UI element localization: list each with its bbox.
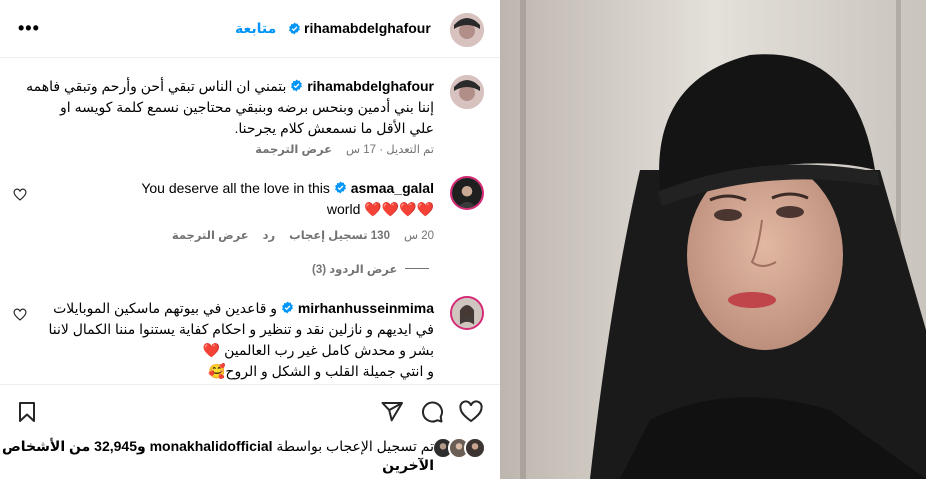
- view-replies-button[interactable]: عرض الردود (3): [312, 262, 397, 276]
- comments-list: rihamabdelghafour بتمني ان الناس تبقي أح…: [0, 58, 500, 384]
- caption-line: بتمني ان الناس تبقي أحن وأرحم وتبقي فاهم…: [26, 78, 287, 94]
- comment-username[interactable]: asmaa_galal: [351, 180, 434, 196]
- comment-text: mirhanhusseinmima و قاعدين في بيوتهم ماس…: [14, 298, 434, 382]
- edited-time: تم التعديل · 17 س: [346, 144, 434, 156]
- reply-button[interactable]: رد: [263, 228, 276, 242]
- caption-line: علي الأقل ما نسمعش كلام يجرحنا.: [234, 120, 435, 136]
- send-icon[interactable]: [380, 400, 404, 424]
- caption-text: rihamabdelghafour بتمني ان الناس تبقي أح…: [14, 76, 434, 139]
- comment-body: و قاعدين في بيوتهم ماسكين الموبايلات: [53, 300, 278, 316]
- comment-body: You deserve all the love in this: [141, 180, 330, 196]
- comment-body: و انتي جميلة القلب و الشكل و الروح🥰: [207, 363, 434, 379]
- heart-emojis: ❤️❤️❤️❤️: [364, 201, 434, 217]
- verified-icon: [290, 77, 303, 92]
- liked-by-prefix: تم تسجيل الإعجاب بواسطة: [276, 438, 434, 454]
- heart-icon[interactable]: [13, 308, 27, 322]
- comment-body: بشر و محدش كامل غير رب العالمين ❤️: [202, 342, 434, 358]
- translate-link[interactable]: عرض الترجمة: [255, 142, 332, 156]
- comment-meta: 20 س 130 تسجيل إعجاب رد عرض الترجمة: [172, 228, 434, 242]
- comment-text: You deserve all the love in this asmaa_g…: [74, 178, 434, 220]
- liker-avatar: [464, 437, 486, 459]
- comment-body: world: [326, 201, 361, 217]
- comment-time: 20 س: [403, 230, 434, 242]
- comment-username[interactable]: mirhanhusseinmima: [298, 300, 434, 316]
- follow-button[interactable]: متابعة: [235, 20, 276, 37]
- post-panel: ••• متابعة rihamabdelghafour rihamabdelg…: [0, 0, 500, 479]
- heart-icon[interactable]: [459, 400, 483, 424]
- heart-icon[interactable]: [13, 188, 27, 202]
- liked-by-user[interactable]: monakhalidofficial: [150, 438, 273, 454]
- caption-meta: تم التعديل · 17 س عرض الترجمة: [255, 142, 434, 156]
- bookmark-icon[interactable]: [15, 400, 39, 424]
- comment-icon[interactable]: [420, 400, 444, 424]
- caption-avatar[interactable]: [450, 75, 484, 109]
- more-options-icon[interactable]: •••: [18, 18, 40, 39]
- action-bar: تم تسجيل الإعجاب بواسطة monakhalidoffici…: [0, 384, 500, 479]
- comment-likes[interactable]: 130 تسجيل إعجاب: [289, 228, 390, 242]
- replies-divider: [405, 268, 429, 269]
- likes-summary: تم تسجيل الإعجاب بواسطة monakhalidoffici…: [0, 437, 434, 475]
- header-username[interactable]: rihamabdelghafour: [304, 20, 431, 36]
- commenter-avatar[interactable]: [450, 296, 484, 330]
- likers-avatars[interactable]: [432, 437, 488, 459]
- author-avatar[interactable]: [450, 13, 484, 47]
- verified-icon: [334, 179, 347, 194]
- verified-icon: [288, 22, 301, 35]
- post-header: ••• متابعة rihamabdelghafour: [0, 0, 500, 58]
- comment-body: في ايديهم و نازلين نقد و تنظير و احكام ك…: [48, 321, 434, 337]
- caption-username[interactable]: rihamabdelghafour: [307, 78, 434, 94]
- commenter-avatar[interactable]: [450, 176, 484, 210]
- verified-icon: [281, 299, 294, 314]
- translate-link[interactable]: عرض الترجمة: [172, 228, 249, 242]
- caption-line: إننا بني أدمين وبنحس برضه وبنبقي محتاجين…: [60, 99, 434, 115]
- post-image: [500, 0, 926, 479]
